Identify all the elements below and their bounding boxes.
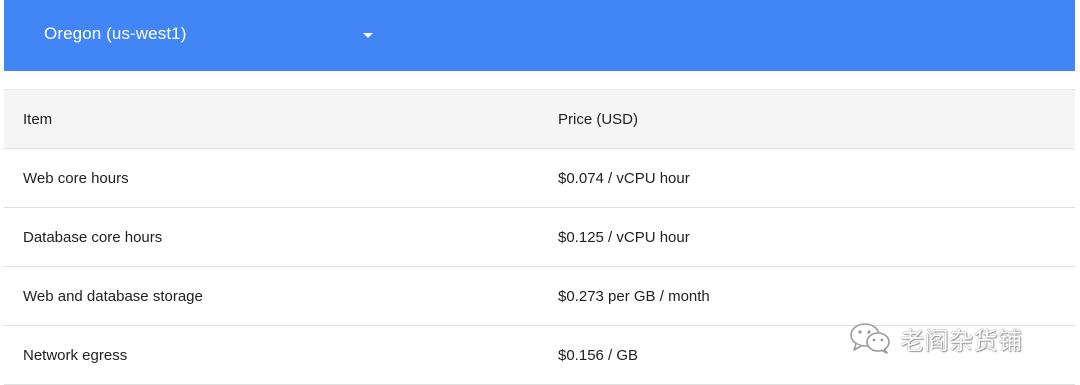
watermark: 老阎杂货铺: [848, 321, 1023, 355]
watermark-text: 老阎杂货铺: [900, 326, 1023, 355]
row-item-cell: Database core hours: [4, 207, 558, 267]
row-price-cell: $0.074 / vCPU hour: [558, 148, 1075, 208]
table-header-row: Item Price (USD): [4, 89, 1075, 149]
row-price-cell: $0.273 per GB / month: [558, 266, 1075, 326]
table-row: Web core hours $0.074 / vCPU hour: [4, 148, 1075, 208]
region-bar: Oregon (us-west1): [4, 0, 1075, 71]
row-item-cell: Web and database storage: [4, 266, 558, 326]
column-header-item: Item: [4, 89, 558, 149]
table-row: Database core hours $0.125 / vCPU hour: [4, 207, 1075, 267]
pricing-page: Oregon (us-west1) Item Price (USD) Web c…: [0, 0, 1080, 385]
dropdown-caret-icon: [363, 33, 373, 38]
row-item-cell: Network egress: [4, 325, 558, 385]
table-row: Web and database storage $0.273 per GB /…: [4, 266, 1075, 326]
wechat-icon: [850, 323, 890, 354]
row-price-cell: $0.125 / vCPU hour: [558, 207, 1075, 267]
region-dropdown-label: Oregon (us-west1): [44, 24, 187, 43]
region-dropdown[interactable]: Oregon (us-west1): [4, 0, 400, 71]
row-item-cell: Web core hours: [4, 148, 558, 208]
column-header-price: Price (USD): [558, 89, 1075, 149]
